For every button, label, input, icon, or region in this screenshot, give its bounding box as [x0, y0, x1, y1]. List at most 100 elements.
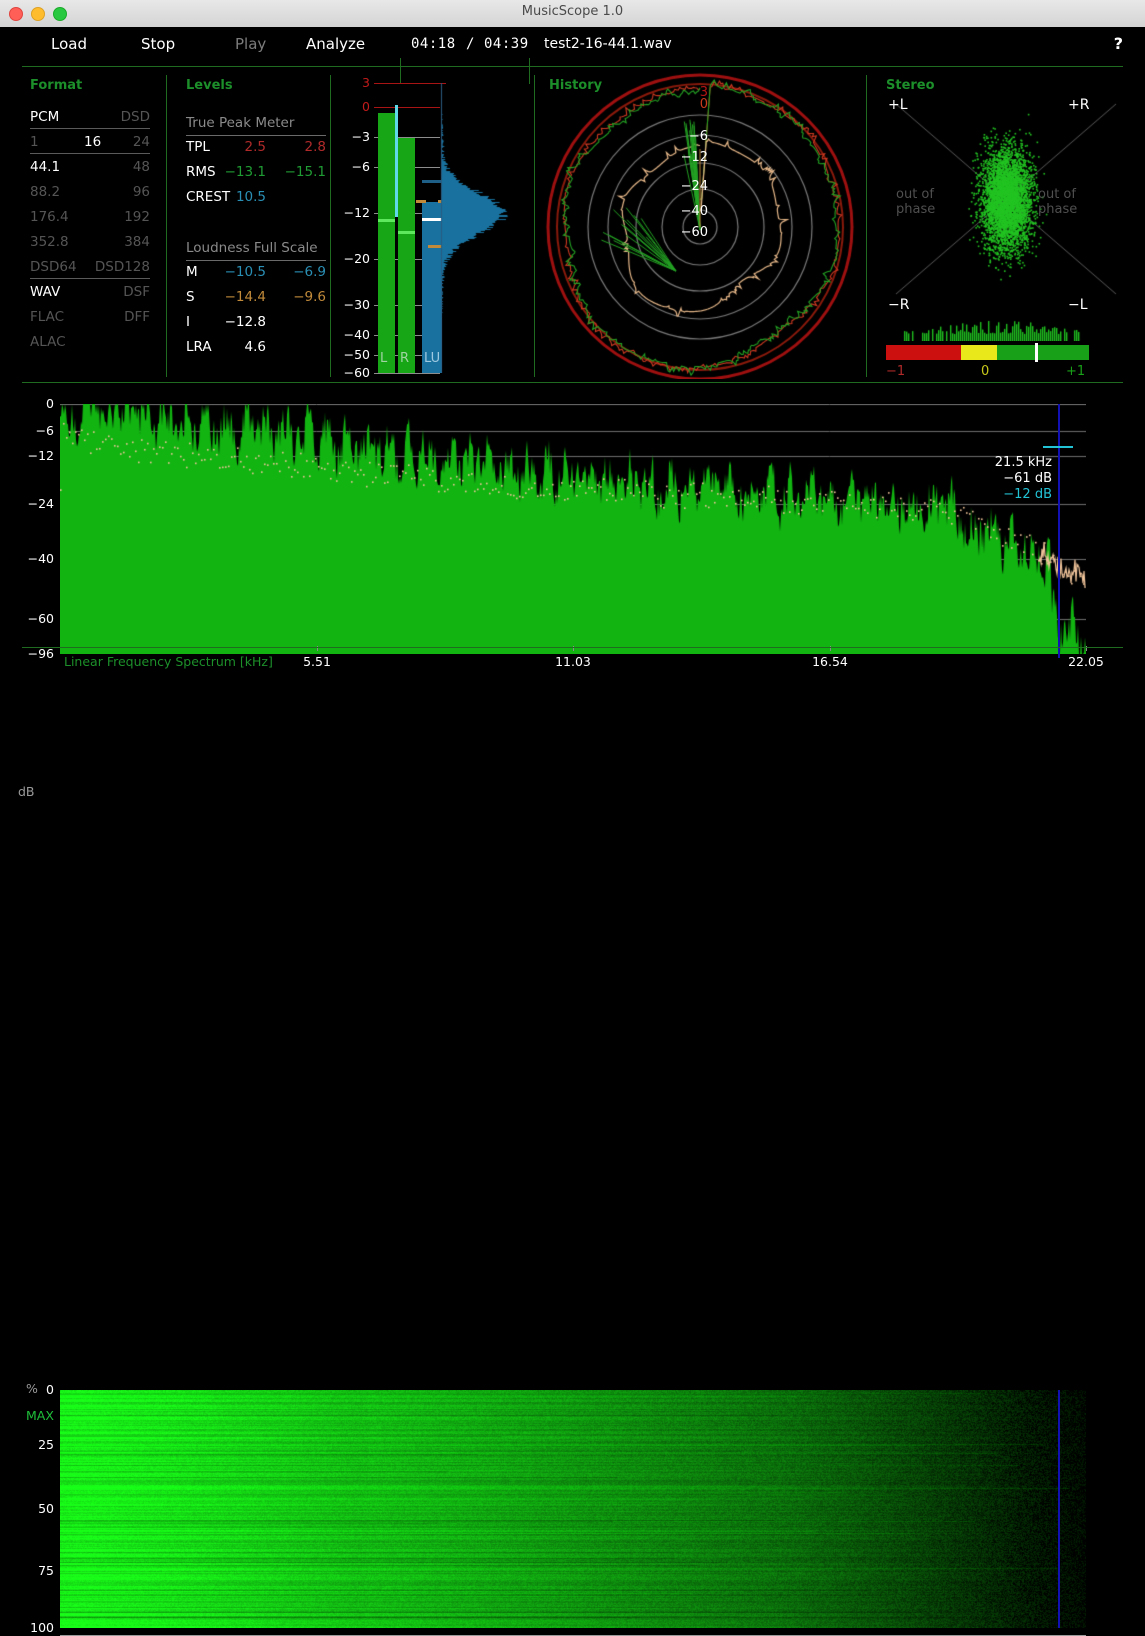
- stop-button[interactable]: Stop: [141, 35, 175, 53]
- stereo-label-plus-l: +L: [888, 97, 908, 113]
- meter-rms-marker-l: [378, 219, 395, 223]
- format-option-352-8[interactable]: 352.8: [30, 234, 69, 250]
- spectrogram-y-tick: 100: [30, 1620, 54, 1635]
- correlation-meter[interactable]: [886, 343, 1089, 362]
- history-polar-plot[interactable]: 3 0 −6 −12 −24 −40 −60: [536, 67, 866, 379]
- lufs-rule: [186, 260, 326, 261]
- meter-bar-l: [378, 113, 395, 373]
- format-option-dff[interactable]: DFF: [70, 309, 150, 325]
- format-option-1[interactable]: 1: [30, 134, 39, 150]
- stereo-label-plus-r: +R: [1068, 97, 1090, 113]
- meter-bar-r: [398, 138, 415, 373]
- meter-label-l: L: [380, 351, 388, 366]
- readout-level: −61 dB: [1003, 471, 1052, 486]
- correlation-segment-positive: [997, 345, 1089, 360]
- format-option-88-2[interactable]: 88.2: [30, 184, 60, 200]
- spectrogram-max-label: MAX: [26, 1408, 54, 1423]
- spectrum-y-tick: −60: [27, 611, 54, 626]
- cursor-level-marker: [1043, 446, 1073, 448]
- history-ring-label: −60: [680, 225, 708, 240]
- true-peak-rule: [186, 135, 326, 136]
- meter-scale-label: −6: [351, 159, 370, 174]
- history-ring-label: −40: [680, 204, 708, 219]
- meter-scale-label: −50: [343, 347, 370, 362]
- spectrum-x-title: Linear Frequency Spectrum [kHz]: [64, 654, 273, 669]
- meter-scale-label: −60: [343, 365, 370, 380]
- time-separator: /: [466, 36, 475, 52]
- meter-tick: [374, 83, 446, 84]
- meter-rms-marker-lu: [422, 217, 442, 221]
- meter-scale-label: −20: [343, 251, 370, 266]
- meter-scale-label: −30: [343, 297, 370, 312]
- spectrum-x-tick: 5.51: [303, 654, 331, 669]
- correlation-label-zero: 0: [981, 364, 990, 379]
- analyze-button[interactable]: Analyze: [306, 35, 365, 53]
- spectrogram-cursor[interactable]: [1058, 1390, 1060, 1628]
- meter-scale-label: −12: [343, 205, 370, 220]
- spectrum-canvas: [60, 404, 1086, 654]
- history-ring-label: −24: [680, 179, 708, 194]
- spectrum-top-rule: [22, 382, 1123, 383]
- correlation-label-max: +1: [1066, 364, 1086, 379]
- meter-label-lu: LU: [424, 351, 441, 366]
- help-button[interactable]: ?: [1114, 34, 1123, 53]
- spectrum-x-tick: 11.03: [555, 654, 591, 669]
- readout-frequency: 21.5 kHz: [994, 455, 1052, 470]
- out-of-phase-right: out of phase: [1038, 187, 1078, 217]
- meter-scale-label: 3: [362, 75, 370, 90]
- true-peak-header: True Peak Meter: [186, 115, 295, 131]
- meter-rms-marker-r: [398, 230, 415, 234]
- spectrogram-y-tick: 75: [38, 1563, 54, 1578]
- spectrum-cursor[interactable]: [1058, 404, 1060, 658]
- meter-bar-lu: [422, 201, 442, 373]
- level-value-crest-1: 10.5: [235, 189, 266, 205]
- meter-tick: [374, 373, 440, 374]
- spectrum-y-tick: 0: [46, 396, 54, 411]
- format-option-44-1[interactable]: 44.1: [30, 159, 60, 175]
- correlation-indicator: [1035, 343, 1039, 362]
- lufs-value-m-2: −6.9: [293, 264, 326, 280]
- format-option-176-4[interactable]: 176.4: [30, 209, 69, 225]
- format-option-96[interactable]: 96: [70, 184, 150, 200]
- format-option-wav[interactable]: WAV: [30, 284, 60, 300]
- format-rule: [30, 278, 150, 279]
- out-of-phase-left: out of phase: [896, 187, 936, 217]
- format-option-dsd128[interactable]: DSD128: [70, 259, 150, 275]
- title-bar: MusicScope 1.0: [0, 0, 1145, 28]
- spectrum-y-tick: −6: [35, 423, 54, 438]
- format-option-48[interactable]: 48: [70, 159, 150, 175]
- lufs-value-lra-1: 4.6: [244, 339, 266, 355]
- level-value-tpl-1: 2.5: [244, 139, 266, 155]
- format-option-384[interactable]: 384: [70, 234, 150, 250]
- format-option-24[interactable]: 24: [70, 134, 150, 150]
- meter-scale-label: 0: [362, 99, 370, 114]
- spectrum-y-tick: −40: [27, 551, 54, 566]
- load-button[interactable]: Load: [51, 35, 87, 53]
- lufs-row-label-i: I: [186, 314, 190, 330]
- lufs-value-s-1: −14.4: [224, 289, 266, 305]
- musicscope-window: MusicScope 1.0 Load Stop Play Analyze 04…: [0, 0, 1145, 1636]
- readout-cursor-level: −12 dB: [1003, 487, 1052, 502]
- history-ring-label: 0: [699, 97, 708, 112]
- stereo-label-minus-l: −L: [1068, 297, 1088, 313]
- levels-panel-title: Levels: [186, 78, 233, 93]
- format-option-dsf[interactable]: DSF: [70, 284, 150, 300]
- format-option-flac[interactable]: FLAC: [30, 309, 64, 325]
- format-option-192[interactable]: 192: [70, 209, 150, 225]
- level-meters: 3 0 −3 −6 −12 −20 −30 −40 −50 −60 L R LU: [340, 67, 535, 380]
- format-option-dsd[interactable]: DSD: [70, 109, 150, 125]
- spectrum-y-tick: −96: [27, 646, 54, 661]
- panel-divider-levels-meters: [330, 75, 331, 377]
- spectrogram-panel[interactable]: % MAX 0 25 50 75 100: [0, 685, 1145, 1636]
- spectrum-x-tick: 16.54: [812, 654, 848, 669]
- spectrum-panel[interactable]: dB 0 −6 −12 −24 −40 −60 −96 5.51 11.03 16.54 22.0…: [0, 388, 1145, 799]
- time-current: 04:18: [411, 36, 456, 52]
- peak-hold-sliver: [395, 105, 398, 217]
- lu-target-marker: [416, 200, 426, 203]
- time-total: 04:39: [484, 36, 529, 52]
- format-option-pcm[interactable]: PCM: [30, 109, 59, 125]
- play-button[interactable]: Play: [235, 35, 266, 53]
- history-canvas: [536, 67, 866, 379]
- level-value-rms-2: −15.1: [284, 164, 326, 180]
- format-option-alac[interactable]: ALAC: [30, 334, 66, 350]
